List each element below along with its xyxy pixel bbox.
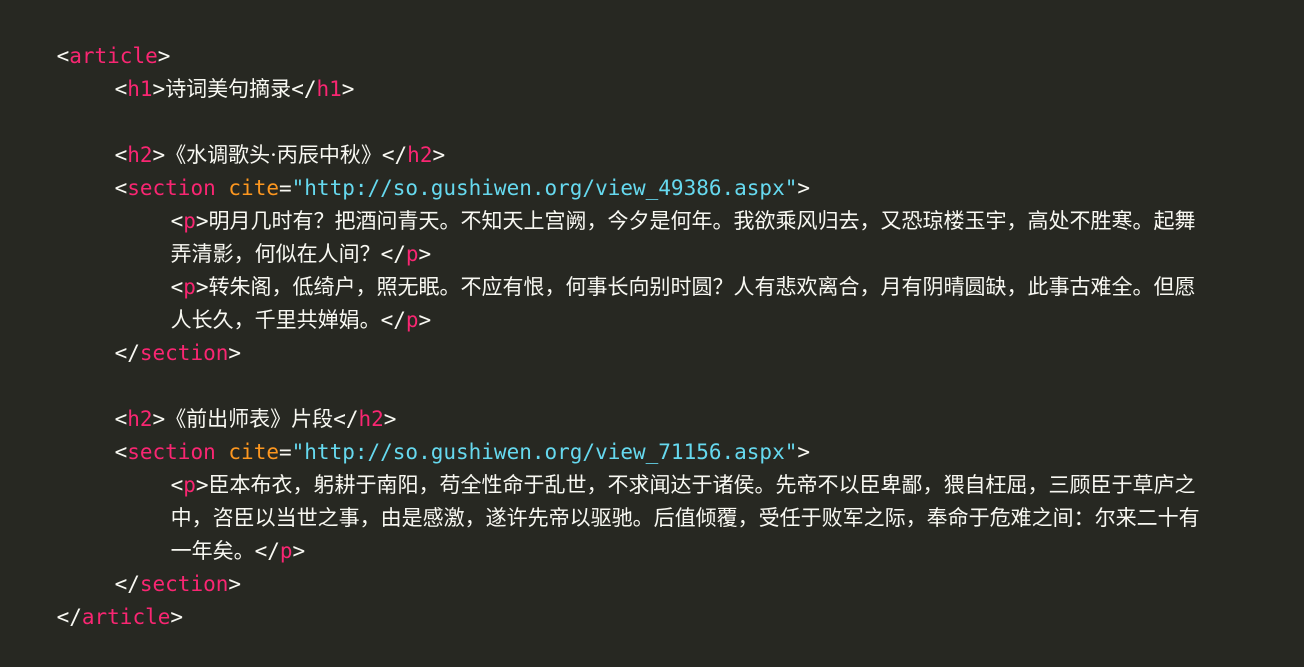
- article-close-tag: article: [81, 605, 171, 629]
- p3-text-line3: 一年矣。: [170, 539, 255, 563]
- h1-close-tag: h1: [316, 77, 342, 101]
- p1-text-line2: 弄清影，何似在人间？: [170, 242, 381, 266]
- h2-text-1: 《水调歌头·丙辰中秋》: [165, 143, 382, 167]
- code-line-article-open: <article>: [56, 44, 171, 68]
- p3-text-line2: 中，咨臣以当世之事，由是感激，遂许先帝以驱驰。后值倾覆，受任于败军之际，奉命于危…: [170, 506, 1200, 530]
- cite-attr: cite: [228, 440, 279, 464]
- h2-text-2: 《前出师表》片段: [165, 407, 334, 431]
- p-tag: p: [183, 209, 196, 233]
- section-close-tag: section: [139, 341, 229, 365]
- section-close-tag: section: [139, 572, 229, 596]
- cite-attr: cite: [228, 176, 279, 200]
- article-tag: article: [69, 44, 158, 68]
- h1-tag: h1: [127, 77, 153, 101]
- p-tag: p: [183, 473, 196, 497]
- cite-value-1: "http://so.gushiwen.org/view_49386.aspx": [291, 176, 798, 200]
- p-close-tag: p: [279, 539, 293, 563]
- p2-text-line1: 转朱阁，低绮户，照无眠。不应有恨，何事长向别时圆？人有悲欢离合，月有阴晴圆缺，此…: [208, 275, 1196, 299]
- code-line-h2-2: <h2>《前出师表》片段</h2>: [114, 407, 397, 431]
- p-tag: p: [183, 275, 196, 299]
- p2-text-line2: 人长久，千里共婵娟。: [170, 308, 381, 332]
- h2-tag: h2: [127, 143, 153, 167]
- p-close-tag: p: [405, 242, 419, 266]
- h1-text: 诗词美句摘录: [165, 77, 292, 101]
- h2-close-tag: h2: [358, 407, 384, 431]
- p3-text-line1: 臣本布衣，躬耕于南阳，苟全性命于乱世，不求闻达于诸侯。先帝不以臣卑鄙，猥自枉屈，…: [208, 473, 1196, 497]
- cite-value-2: "http://so.gushiwen.org/view_71156.aspx": [291, 440, 798, 464]
- h2-close-tag: h2: [407, 143, 433, 167]
- p-close-tag: p: [405, 308, 419, 332]
- h2-tag: h2: [127, 407, 153, 431]
- code-editor[interactable]: <article> <h1>诗词美句摘录</h1> <h2>《水调歌头·丙辰中秋…: [0, 7, 1304, 629]
- code-line-h2-1: <h2>《水调歌头·丙辰中秋》</h2>: [114, 143, 446, 167]
- section-tag: section: [127, 440, 216, 464]
- p1-text-line1: 明月几时有？把酒问青天。不知天上宫阙，今夕是何年。我欲乘风归去，又恐琼楼玉宇，高…: [208, 209, 1196, 233]
- code-line-h1: <h1>诗词美句摘录</h1>: [114, 77, 355, 101]
- section-tag: section: [127, 176, 216, 200]
